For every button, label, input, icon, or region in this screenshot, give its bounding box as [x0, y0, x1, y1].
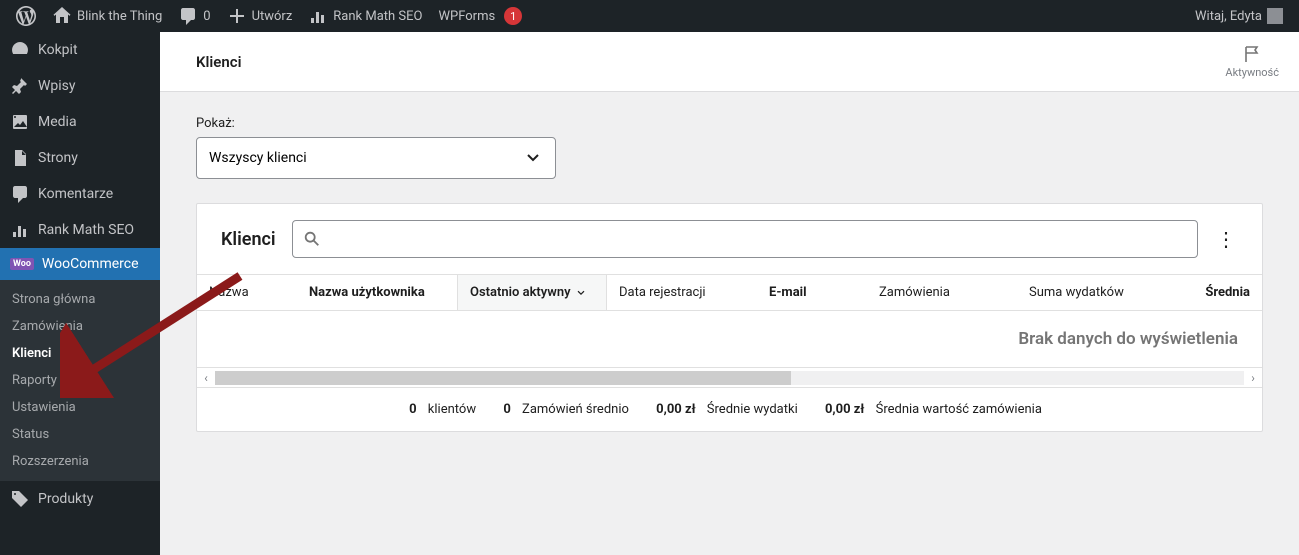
table-header: Nazwa Nazwa użytkownika Ostatnio aktywny…: [197, 274, 1262, 311]
menu-pages[interactable]: Strony: [0, 140, 160, 176]
greeting-text: Witaj, Edyta: [1195, 9, 1262, 24]
comments-link[interactable]: 0: [170, 0, 218, 32]
page-title: Klienci: [196, 53, 241, 71]
filter-select[interactable]: Wszyscy klienci: [196, 137, 556, 179]
summary-avg-orders-count: 0: [503, 402, 510, 417]
chart-icon: [10, 220, 30, 240]
rankmath-link[interactable]: Rank Math SEO: [300, 0, 430, 32]
chart-icon: [308, 6, 328, 26]
menu-rankmath[interactable]: Rank Math SEO: [0, 212, 160, 248]
page-icon: [10, 148, 30, 168]
plus-icon: [227, 6, 247, 26]
col-average[interactable]: Średnia: [1157, 275, 1262, 310]
col-last-active[interactable]: Ostatnio aktywny: [457, 275, 607, 310]
wpforms-link[interactable]: WPForms 1: [430, 0, 530, 32]
menu-label: Wpisy: [38, 78, 76, 94]
scroll-thumb[interactable]: [215, 371, 791, 385]
summary-avg-orders-label: Zamówień średnio: [522, 402, 629, 417]
submenu-orders[interactable]: Zamówienia: [0, 313, 160, 340]
summary-customers-count: 0: [409, 402, 416, 417]
empty-state: Brak danych do wyświetlenia: [197, 311, 1262, 367]
user-greeting[interactable]: Witaj, Edyta: [1187, 0, 1291, 32]
tag-icon: [10, 489, 30, 509]
horizontal-scrollbar[interactable]: ‹ ›: [197, 367, 1262, 387]
empty-message: Brak danych do wyświetlenia: [1018, 329, 1238, 349]
media-icon: [10, 112, 30, 132]
menu-dashboard[interactable]: Kokpit: [0, 32, 160, 68]
col-name[interactable]: Nazwa: [197, 275, 297, 310]
summary-avg-order-label: Średnia wartość zamówienia: [876, 402, 1042, 417]
activity-button[interactable]: Aktywność: [1225, 44, 1279, 79]
avatar: [1267, 8, 1283, 24]
flag-icon: [1242, 44, 1262, 64]
wpforms-label: WPForms: [438, 9, 495, 24]
dashboard-icon: [10, 40, 30, 60]
wordpress-icon: [16, 6, 36, 26]
scroll-left-icon[interactable]: ‹: [197, 371, 215, 385]
submenu-customers[interactable]: Klienci: [0, 340, 160, 367]
more-options-button[interactable]: ⋮: [1214, 229, 1238, 249]
menu-label: WooCommerce: [42, 256, 139, 272]
summary-customers-label: klientów: [428, 402, 476, 417]
menu-label: Produkty: [38, 491, 93, 507]
scroll-track[interactable]: [215, 371, 1244, 385]
customers-panel: Klienci ⋮ Nazwa Nazwa użytkownika Ostatn…: [196, 203, 1263, 432]
rankmath-label: Rank Math SEO: [333, 9, 422, 24]
summary-row: 0 klientów 0 Zamówień średnio 0,00 zł Śr…: [197, 387, 1262, 431]
create-link[interactable]: Utwórz: [219, 0, 301, 32]
chevron-down-icon: [523, 148, 543, 168]
col-total-spend[interactable]: Suma wydatków: [1017, 275, 1157, 310]
menu-media[interactable]: Media: [0, 104, 160, 140]
pin-icon: [10, 76, 30, 96]
col-username[interactable]: Nazwa użytkownika: [297, 275, 457, 310]
col-label: Ostatnio aktywny: [470, 285, 571, 300]
page-header: Klienci Aktywność: [160, 32, 1299, 92]
summary-avg-spend-label: Średnie wydatki: [707, 402, 798, 417]
content-area: Klienci Aktywność Pokaż: Wszyscy klienci…: [160, 32, 1299, 555]
submenu-home[interactable]: Strona główna: [0, 286, 160, 313]
wp-logo[interactable]: [8, 0, 44, 32]
summary-avg-order-value: 0,00 zł: [825, 402, 864, 417]
menu-label: Kokpit: [38, 42, 78, 58]
submenu-reports[interactable]: Raporty: [0, 367, 160, 394]
activity-label: Aktywność: [1225, 66, 1279, 79]
menu-label: Rank Math SEO: [38, 222, 134, 238]
comment-icon: [178, 6, 198, 26]
menu-comments[interactable]: Komentarze: [0, 176, 160, 212]
filter-value: Wszyscy klienci: [209, 150, 307, 166]
show-label: Pokaż:: [196, 116, 1263, 131]
search-icon: [303, 230, 321, 248]
menu-label: Komentarze: [38, 186, 113, 202]
menu-label: Media: [38, 114, 77, 130]
submenu-status[interactable]: Status: [0, 421, 160, 448]
site-link[interactable]: Blink the Thing: [44, 0, 170, 32]
comments-count: 0: [203, 9, 210, 24]
admin-bar: Blink the Thing 0 Utwórz Rank Math SEO W…: [0, 0, 1299, 32]
site-name: Blink the Thing: [77, 9, 162, 24]
search-input[interactable]: [292, 220, 1198, 258]
menu-woocommerce[interactable]: Woo WooCommerce: [0, 248, 160, 280]
admin-sidebar: Kokpit Wpisy Media Strony Komentarze Ran…: [0, 32, 160, 555]
wpforms-badge: 1: [504, 7, 522, 25]
submenu-extensions[interactable]: Rozszerzenia: [0, 448, 160, 475]
col-reg-date[interactable]: Data rejestracji: [607, 275, 757, 310]
submenu-settings[interactable]: Ustawienia: [0, 394, 160, 421]
menu-posts[interactable]: Wpisy: [0, 68, 160, 104]
col-orders[interactable]: Zamówienia: [867, 275, 1017, 310]
create-label: Utwórz: [252, 9, 293, 24]
woo-icon: Woo: [10, 258, 34, 270]
col-email[interactable]: E-mail: [757, 275, 867, 310]
menu-products[interactable]: Produkty: [0, 481, 160, 517]
home-icon: [52, 6, 72, 26]
woocommerce-submenu: Strona główna Zamówienia Klienci Raporty…: [0, 280, 160, 481]
menu-label: Strony: [38, 150, 78, 166]
summary-avg-spend-value: 0,00 zł: [656, 402, 695, 417]
scroll-right-icon[interactable]: ›: [1244, 371, 1262, 385]
comment-icon: [10, 184, 30, 204]
panel-title: Klienci: [221, 229, 276, 250]
chevron-down-icon: [575, 287, 587, 299]
